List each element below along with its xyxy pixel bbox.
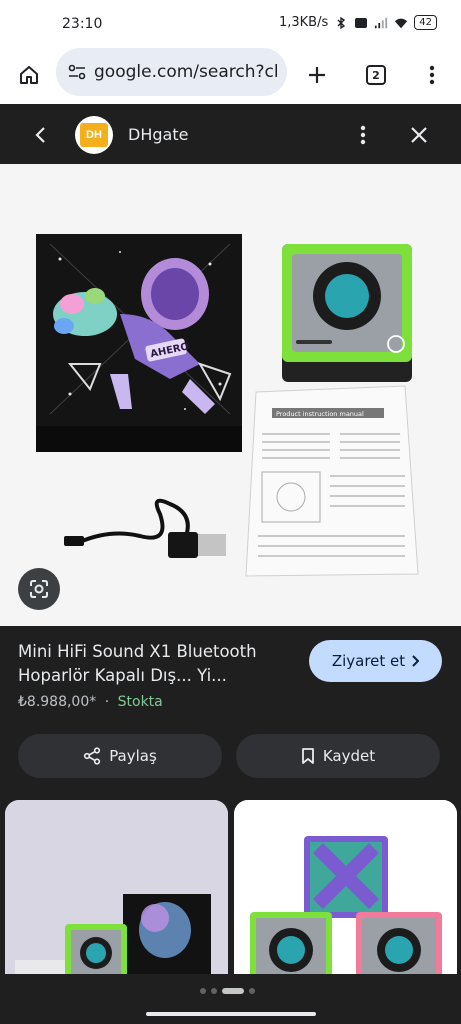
dhgate-logo-mark: DH (80, 123, 108, 147)
site-logo: DH (75, 116, 113, 154)
browser-toolbar: google.com/search?cl 2 (0, 46, 461, 104)
bluetooth-icon (337, 16, 346, 29)
more-vert-icon (429, 65, 435, 85)
page-dot (249, 988, 255, 994)
status-icons: 1,3KB/s 42 (279, 15, 437, 30)
wifi-icon (395, 18, 408, 28)
related-images (0, 800, 461, 974)
close-button[interactable] (404, 120, 434, 150)
signal-icon (375, 17, 388, 28)
share-button[interactable]: Paylaş (18, 734, 222, 778)
browser-menu-button[interactable] (413, 56, 451, 94)
home-button[interactable] (10, 56, 48, 94)
lens-icon (30, 580, 48, 598)
visit-label: Ziyaret et (331, 652, 406, 670)
price-row: ₺8.988,00* · Stokta (18, 694, 163, 710)
new-tab-button[interactable] (298, 56, 336, 94)
page-indicator (200, 988, 255, 994)
back-button[interactable] (26, 120, 56, 150)
close-icon (411, 127, 427, 143)
battery-indicator: 42 (414, 15, 437, 30)
volte-icon (355, 17, 368, 28)
product-title[interactable]: Mini HiFi Sound X1 Bluetooth Hoparlör Ka… (18, 640, 288, 688)
source-header: DH DHgate (0, 104, 461, 164)
status-time: 23:10 (62, 16, 103, 32)
network-speed: 1,3KB/s (278, 15, 329, 30)
gesture-home-bar[interactable] (146, 1012, 316, 1016)
visit-button[interactable]: Ziyaret et (309, 640, 442, 682)
status-bar: 23:10 1,3KB/s 42 (0, 0, 461, 46)
tab-count: 2 (366, 65, 386, 85)
price: ₺8.988,00* (18, 694, 97, 710)
related-image-1[interactable] (5, 800, 228, 974)
site-name: DHgate (128, 125, 189, 144)
plus-icon (309, 67, 325, 83)
product-image[interactable]: AHERO Product instruction manual (0, 164, 461, 626)
save-button[interactable]: Kaydet (236, 734, 440, 778)
tab-switcher-button[interactable]: 2 (357, 56, 395, 94)
product-photo: AHERO Product instruction manual (36, 234, 419, 577)
panel-menu-button[interactable] (350, 120, 376, 150)
more-vert-icon (360, 125, 366, 145)
related-photo-2 (234, 800, 457, 974)
site-settings-icon[interactable] (66, 61, 88, 83)
manual-title-text: Product instruction manual (276, 410, 364, 418)
related-image-2[interactable] (234, 800, 457, 974)
home-icon (20, 66, 38, 84)
action-row: Paylaş Kaydet (18, 734, 442, 778)
share-label: Paylaş (109, 747, 157, 765)
stock-status: Stokta (117, 694, 163, 710)
chevron-right-icon (412, 655, 420, 667)
bookmark-icon (301, 748, 314, 764)
product-info: Mini HiFi Sound X1 Bluetooth Hoparlör Ka… (0, 626, 461, 800)
page-dot-active (222, 988, 244, 994)
lens-button[interactable] (18, 568, 60, 610)
related-photo-1 (5, 800, 228, 974)
page-dot (211, 988, 217, 994)
bottom-bar (0, 974, 461, 1024)
separator: · (104, 694, 110, 710)
url-text: google.com/search?cl (94, 62, 279, 82)
chevron-left-icon (35, 127, 45, 143)
save-label: Kaydet (322, 747, 376, 765)
share-icon (84, 747, 101, 765)
page-dot (200, 988, 206, 994)
address-bar[interactable]: google.com/search?cl (56, 48, 287, 96)
